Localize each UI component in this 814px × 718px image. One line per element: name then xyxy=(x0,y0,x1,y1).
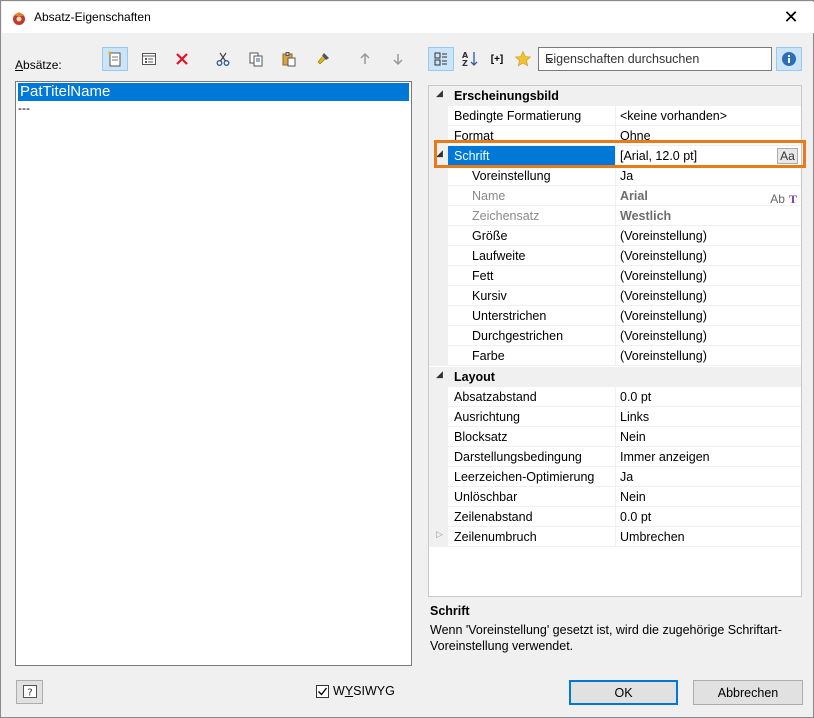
svg-text:Z: Z xyxy=(462,59,468,68)
delete-button[interactable] xyxy=(169,47,195,71)
delete-icon xyxy=(176,53,188,65)
properties-icon xyxy=(142,53,156,65)
new-paragraph-button[interactable] xyxy=(102,47,128,71)
cut-button[interactable] xyxy=(210,47,236,71)
help-button[interactable]: ? xyxy=(16,680,43,704)
ab-icon: Ab xyxy=(770,192,785,206)
collapse-triangle-icon[interactable]: ◢ xyxy=(436,149,443,159)
help-icon: ? xyxy=(22,685,37,699)
property-row[interactable]: Fett (Voreinstellung) xyxy=(429,266,801,286)
paste-button[interactable] xyxy=(276,47,302,71)
info-button[interactable] xyxy=(776,47,802,71)
property-row[interactable]: Name Arial Ab T xyxy=(429,186,801,206)
property-row[interactable]: Darstellungsbedingung Immer anzeigen xyxy=(429,447,801,467)
list-item[interactable]: PatTitelName xyxy=(18,83,409,101)
checkmark-icon xyxy=(318,687,328,696)
collapse-triangle-icon[interactable]: ◢ xyxy=(436,89,443,99)
charset-value: Westlich xyxy=(620,209,672,223)
sort-alphabetical-button[interactable]: A Z xyxy=(457,47,483,71)
wysiwyg-label: WYSIWYG xyxy=(333,684,395,698)
property-search-input[interactable]: Eigenschaften durchsuchen ⌄ xyxy=(538,47,772,71)
property-row[interactable]: Absatzabstand 0.0 pt xyxy=(429,387,801,407)
paragraphs-label: Absätze: xyxy=(15,58,62,72)
property-row[interactable]: Bedingte Formatierung <keine vorhanden> xyxy=(429,106,801,126)
app-logo-icon xyxy=(13,12,25,25)
expand-all-button[interactable]: [+] xyxy=(484,47,510,71)
new-paragraph-icon xyxy=(108,51,121,67)
font-value: [Arial, 12.0 pt] xyxy=(620,149,698,163)
property-row[interactable]: ▷ Zeilenumbruch Umbrechen xyxy=(429,527,801,547)
window-title: Absatz-Eigenschaften xyxy=(34,10,151,24)
favorites-button[interactable] xyxy=(510,47,536,71)
property-row[interactable]: Voreinstellung Ja xyxy=(429,166,801,186)
description-pane: Schrift Wenn 'Voreinstellung' gesetzt is… xyxy=(428,600,802,666)
checkbox[interactable] xyxy=(316,684,329,698)
property-row[interactable]: Zeichensatz Westlich xyxy=(429,206,801,226)
move-up-button[interactable] xyxy=(352,47,378,71)
property-row[interactable]: Unterstrichen (Voreinstellung) xyxy=(429,306,801,326)
move-up-icon xyxy=(360,52,370,64)
move-down-button[interactable] xyxy=(385,47,411,71)
collapse-triangle-icon[interactable]: ◢ xyxy=(436,370,443,380)
close-icon: ✕ xyxy=(783,7,799,28)
category-appearance[interactable]: ◢ Erscheinungsbild xyxy=(429,86,801,106)
property-row[interactable]: Leerzeichen-Optimierung Ja xyxy=(429,467,801,487)
ok-button[interactable]: OK xyxy=(569,680,678,705)
dialog-window: Absatz-Eigenschaften ✕ Absätze: PatTitel… xyxy=(0,0,814,718)
property-row[interactable]: Unlöschbar Nein xyxy=(429,487,801,507)
property-row[interactable]: Farbe (Voreinstellung) xyxy=(429,346,801,366)
close-button[interactable]: ✕ xyxy=(768,2,814,33)
property-row[interactable]: Größe (Voreinstellung) xyxy=(429,226,801,246)
property-row[interactable]: Blocksatz Nein xyxy=(429,427,801,447)
category-layout[interactable]: ◢ Layout xyxy=(429,367,801,387)
font-name-value: Arial xyxy=(620,189,648,203)
move-down-icon xyxy=(393,54,403,66)
property-row[interactable]: Durchgestrichen (Voreinstellung) xyxy=(429,326,801,346)
paragraph-list[interactable]: PatTitelName --- xyxy=(15,81,412,666)
font-dialog-button[interactable]: Aa xyxy=(777,148,798,164)
categorized-view-button[interactable] xyxy=(428,47,454,71)
property-row[interactable]: Kursiv (Voreinstellung) xyxy=(429,286,801,306)
format-brush-icon xyxy=(317,53,329,65)
categorized-icon xyxy=(434,52,447,66)
expand-all-icon: [+] xyxy=(490,53,504,65)
format-brush-button[interactable] xyxy=(310,47,336,71)
property-row[interactable]: Format Ohne xyxy=(429,126,801,146)
property-grid: ◢ Erscheinungsbild Bedingte Formatierung… xyxy=(428,85,802,597)
list-item[interactable]: --- xyxy=(16,101,411,115)
paste-icon xyxy=(282,52,296,67)
svg-text:?: ? xyxy=(27,688,32,699)
chevron-down-icon[interactable]: ⌄ xyxy=(545,50,767,66)
title-bar: Absatz-Eigenschaften ✕ xyxy=(2,2,814,33)
copy-icon xyxy=(249,52,263,67)
wysiwyg-checkbox[interactable]: WYSIWYG xyxy=(316,684,395,698)
description-title: Schrift xyxy=(430,604,470,618)
properties-button[interactable] xyxy=(136,47,162,71)
cut-icon xyxy=(216,52,230,66)
property-row[interactable]: Laufweite (Voreinstellung) xyxy=(429,246,801,266)
cancel-button[interactable]: Abbrechen xyxy=(693,680,803,705)
star-icon xyxy=(514,50,532,67)
property-row-font[interactable]: ◢ Schrift [Arial, 12.0 pt] Aa xyxy=(429,146,801,166)
info-icon xyxy=(782,52,796,66)
sort-az-icon: A Z xyxy=(462,51,478,68)
copy-button[interactable] xyxy=(243,47,269,71)
truetype-icon: T xyxy=(788,192,797,206)
property-row[interactable]: Ausrichtung Links xyxy=(429,407,801,427)
font-icons: Ab T xyxy=(770,189,797,206)
property-row[interactable]: Zeilenabstand 0.0 pt xyxy=(429,507,801,527)
description-text: Wenn 'Voreinstellung' gesetzt ist, wird … xyxy=(430,623,782,653)
expand-triangle-icon[interactable]: ▷ xyxy=(436,530,443,540)
